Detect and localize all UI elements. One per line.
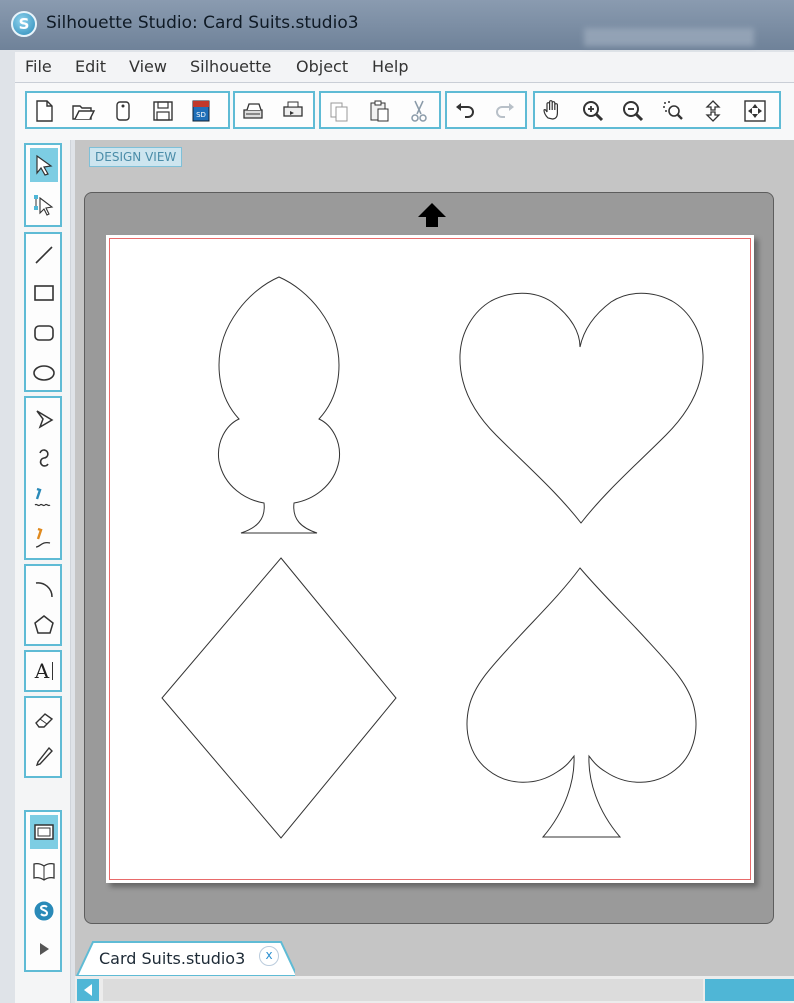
shape-tools-group <box>24 232 62 392</box>
history-toolbar-group <box>445 91 527 129</box>
line-tool-icon[interactable] <box>30 238 58 272</box>
zoom-fit-page-icon[interactable] <box>699 97 727 125</box>
silhouette-logo-icon: S <box>11 11 37 37</box>
feed-direction-arrow-icon <box>418 203 446 227</box>
eraser-knife-tools-group <box>24 696 62 778</box>
arc-tool-icon[interactable] <box>30 570 58 604</box>
knife-tool-icon[interactable] <box>30 740 58 774</box>
open-library-icon[interactable] <box>109 97 137 125</box>
document-tab-label: Card Suits.studio3 <box>99 949 246 968</box>
scrollbar-thumb[interactable] <box>103 979 703 1001</box>
horizontal-scrollbar[interactable] <box>75 976 794 1003</box>
save-to-sd-icon[interactable]: SD <box>187 97 215 125</box>
library-icon[interactable] <box>30 854 58 888</box>
expand-arrow-icon[interactable] <box>30 932 58 966</box>
send-toolbar-group <box>233 91 315 129</box>
select-tools-group <box>24 143 62 227</box>
panels-group <box>24 810 62 972</box>
polygon-tool-icon[interactable] <box>30 402 58 436</box>
zoom-in-icon[interactable] <box>579 97 607 125</box>
heart-shape[interactable] <box>459 292 704 524</box>
menu-file[interactable]: File <box>25 57 52 76</box>
send-to-cutter-icon[interactable] <box>239 97 267 125</box>
window-title: Silhouette Studio: Card Suits.studio3 <box>46 13 359 33</box>
menu-bar: File Edit View Silhouette Object Help <box>15 52 794 83</box>
zoom-out-icon[interactable] <box>619 97 647 125</box>
text-cursor-icon <box>52 662 54 680</box>
view-toolbar-group <box>533 91 781 129</box>
spade-shape[interactable] <box>466 567 697 838</box>
design-view-label: DESIGN VIEW <box>89 147 183 167</box>
paste-icon[interactable] <box>365 97 393 125</box>
cut-icon[interactable] <box>405 97 433 125</box>
document-tab[interactable]: Card Suits.studio3 x <box>75 940 295 976</box>
silhouette-store-icon[interactable] <box>30 894 58 928</box>
rectangle-tool-icon[interactable] <box>30 276 58 310</box>
ellipse-tool-icon[interactable] <box>30 356 58 390</box>
zoom-select-icon[interactable] <box>659 97 687 125</box>
menu-object[interactable]: Object <box>296 57 348 76</box>
left-toolbar: A <box>15 140 71 1003</box>
file-toolbar-group: SD <box>25 91 230 129</box>
text-tool-icon[interactable]: A <box>30 654 58 688</box>
menu-silhouette[interactable]: Silhouette <box>190 57 271 76</box>
design-page[interactable] <box>106 235 754 883</box>
titlebar-blurred-area <box>584 28 754 46</box>
document-tab-bar: Card Suits.studio3 x <box>75 940 794 976</box>
text-tool-label: A <box>34 659 50 683</box>
new-document-icon[interactable] <box>30 97 58 125</box>
fit-to-window-icon[interactable] <box>741 97 769 125</box>
menu-view[interactable]: View <box>129 57 167 76</box>
menu-edit[interactable]: Edit <box>75 57 106 76</box>
regular-polygon-tool-icon[interactable] <box>30 608 58 642</box>
design-canvas[interactable]: DESIGN VIEW <box>75 140 794 940</box>
print-icon[interactable] <box>279 97 307 125</box>
draw-tools-group <box>24 396 62 560</box>
eraser-tool-icon[interactable] <box>30 702 58 736</box>
open-folder-icon[interactable] <box>69 97 97 125</box>
club-shape[interactable] <box>217 276 341 534</box>
arc-polygon-tools-group <box>24 564 62 646</box>
main-toolbar: SD <box>15 83 794 140</box>
point-edit-tool-icon[interactable] <box>30 187 58 221</box>
curve-tool-icon[interactable] <box>30 442 58 476</box>
close-tab-icon[interactable]: x <box>259 946 279 966</box>
design-page-icon[interactable] <box>30 815 58 849</box>
cutting-mat <box>84 192 774 924</box>
redo-icon[interactable] <box>491 97 519 125</box>
scroll-left-icon[interactable] <box>77 979 99 1001</box>
scrollbar-track[interactable] <box>705 979 794 1001</box>
diamond-shape[interactable] <box>161 557 397 839</box>
card-suit-shapes <box>161 276 704 839</box>
pan-hand-icon[interactable] <box>539 97 567 125</box>
window-titlebar: S Silhouette Studio: Card Suits.studio3 <box>0 0 794 50</box>
save-icon[interactable] <box>149 97 177 125</box>
rounded-rectangle-tool-icon[interactable] <box>30 316 58 350</box>
freehand-tool-icon[interactable] <box>30 482 58 516</box>
undo-icon[interactable] <box>451 97 479 125</box>
select-tool-icon[interactable] <box>30 148 58 182</box>
menu-help[interactable]: Help <box>372 57 408 76</box>
sd-badge-text: SD <box>196 111 206 119</box>
smooth-freehand-tool-icon[interactable] <box>30 522 58 556</box>
clipboard-toolbar-group <box>319 91 441 129</box>
text-tools-group: A <box>24 650 62 692</box>
copy-icon[interactable] <box>325 97 353 125</box>
